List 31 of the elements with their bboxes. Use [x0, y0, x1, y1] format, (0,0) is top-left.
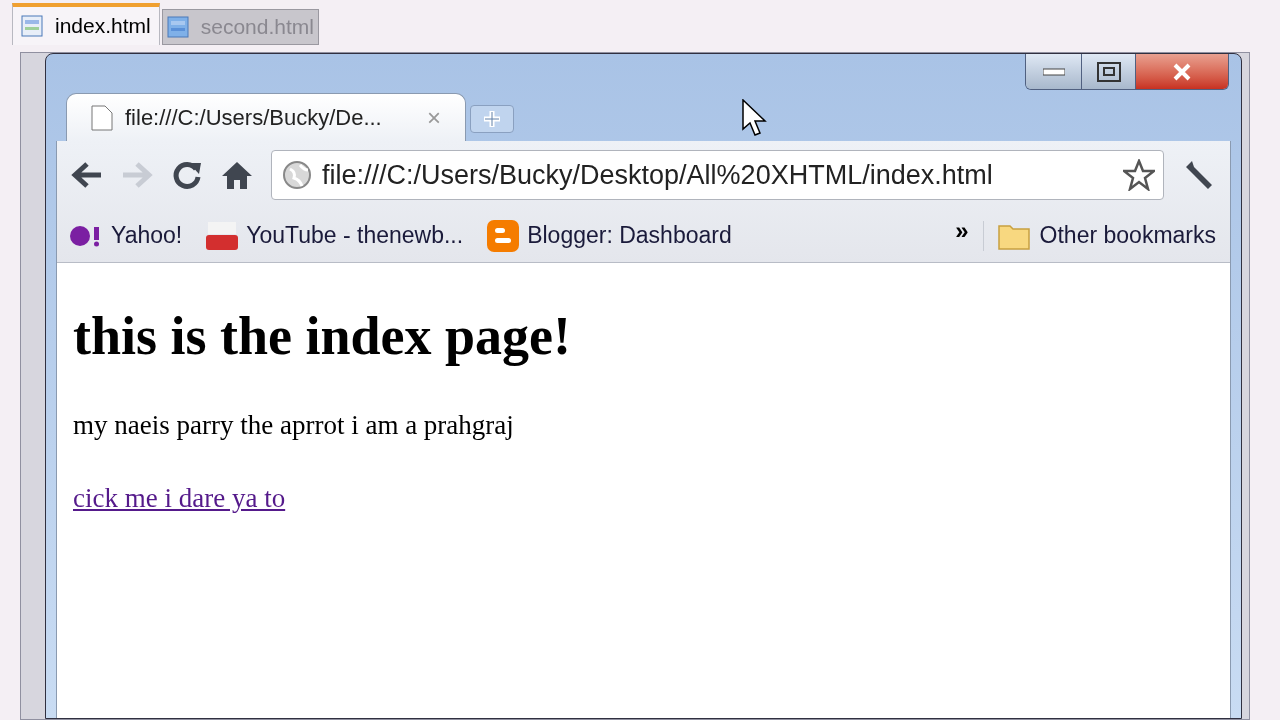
home-icon[interactable]	[221, 160, 253, 190]
mouse-cursor-icon	[742, 99, 768, 137]
plus-icon	[482, 109, 502, 129]
minimize-icon	[1042, 67, 1065, 76]
address-bar[interactable]: file:///C:/Users/Bucky/Desktop/All%20XHTML/index.html	[271, 150, 1164, 200]
tab-title: file:///C:/Users/Bucky/De...	[125, 104, 382, 132]
page-link[interactable]: cick me i dare ya to	[73, 477, 286, 518]
back-icon[interactable]	[71, 161, 103, 189]
minimize-button[interactable]	[1026, 54, 1082, 89]
bookmark-item[interactable]: Blogger: Dashboard	[487, 218, 732, 253]
maximize-button[interactable]	[1082, 54, 1136, 89]
close-button[interactable]	[1136, 54, 1228, 89]
bookmark-icon	[206, 220, 239, 251]
bookmark-item[interactable]: YouTube - thenewb...	[206, 218, 464, 253]
file-icon	[166, 16, 189, 38]
close-icon	[1172, 62, 1192, 81]
restore-icon	[1096, 61, 1121, 82]
editor-tab[interactable]: index.html	[12, 3, 160, 45]
bookmark-icon	[487, 219, 520, 252]
bookmarks-overflow-button[interactable]: »	[955, 212, 969, 249]
page-icon	[91, 104, 113, 131]
star-icon[interactable]	[1123, 159, 1155, 191]
other-bookmarks-item[interactable]: Other bookmarks	[997, 218, 1216, 253]
url-text: file:///C:/Users/Bucky/Desktop/All%20XHTML/index.html	[322, 158, 993, 192]
reload-icon[interactable]	[171, 159, 203, 191]
browser-tab[interactable]: file:///C:/Users/Bucky/De... ×	[66, 93, 466, 141]
new-tab-button[interactable]	[470, 105, 514, 133]
file-icon	[21, 15, 43, 37]
globe-icon	[282, 160, 312, 190]
bookmark-item[interactable]: Yahoo!	[69, 218, 183, 253]
page-paragraph: my naeis parry the aprrot i am a prahgraj	[73, 409, 515, 442]
